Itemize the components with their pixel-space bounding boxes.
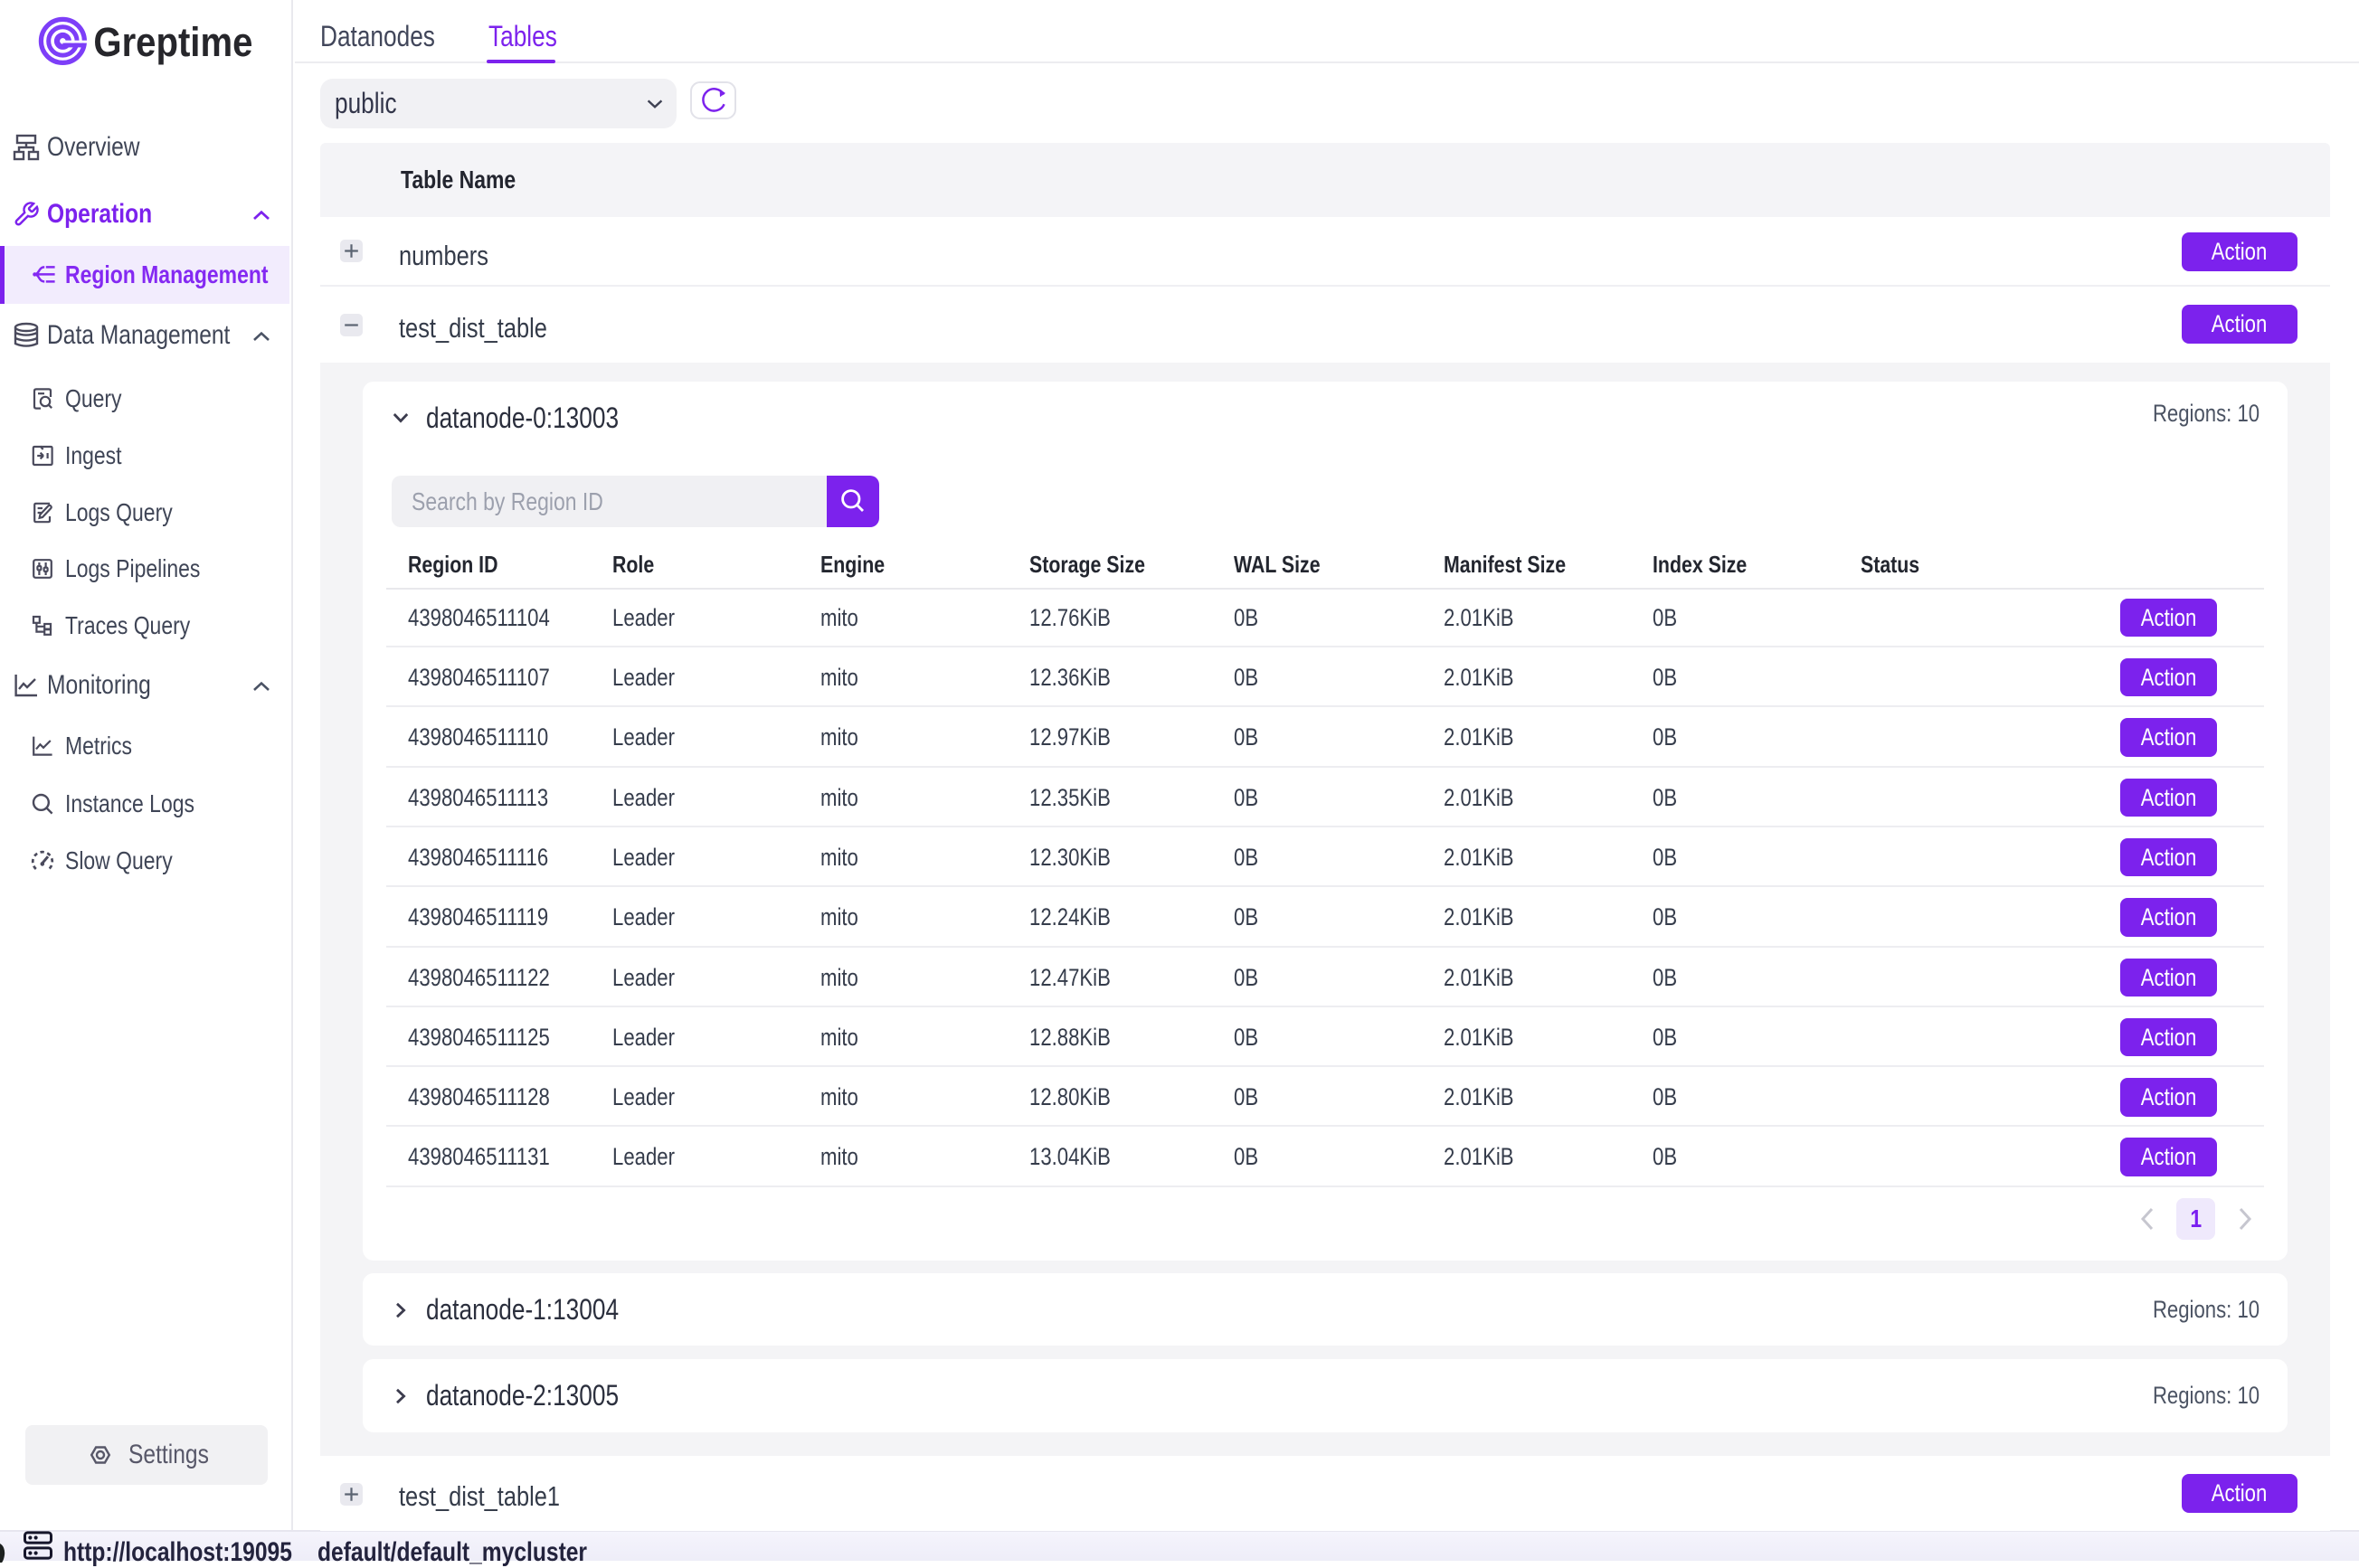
svg-text:Greptime: Greptime xyxy=(93,19,252,65)
